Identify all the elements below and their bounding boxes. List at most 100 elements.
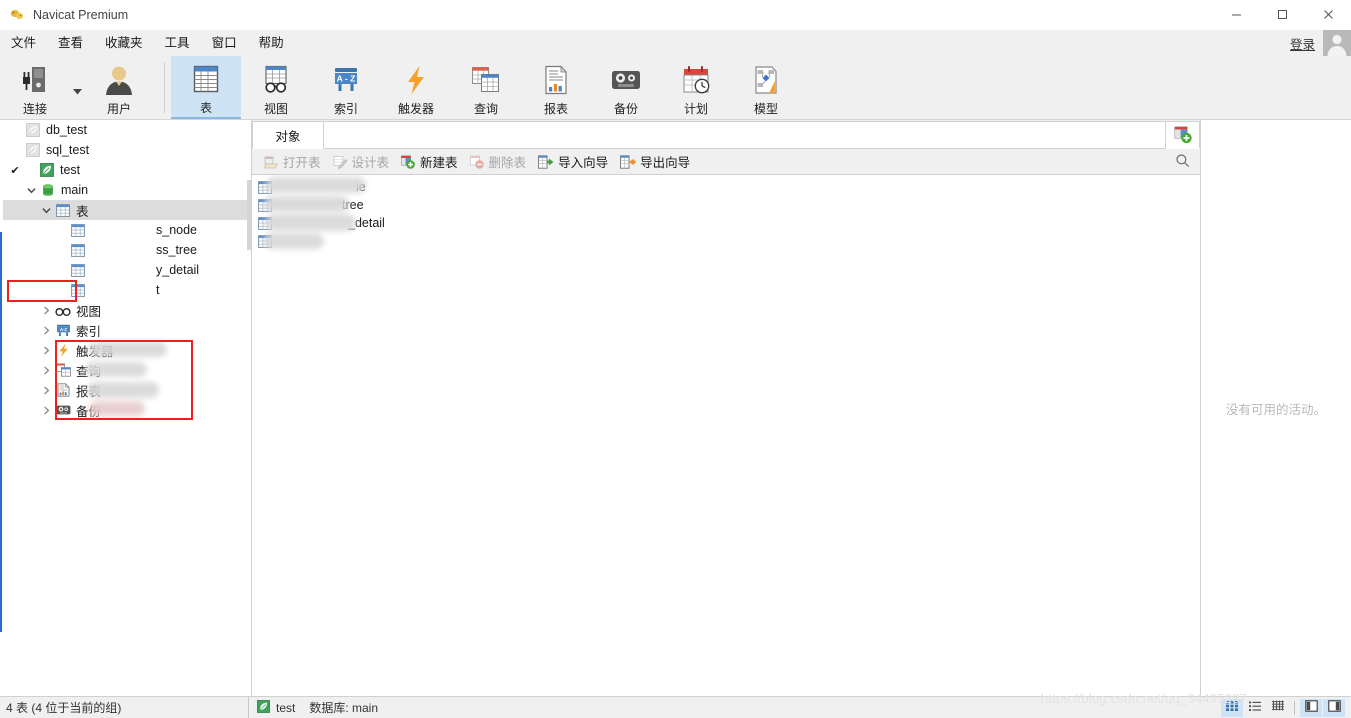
tree-item-ss_tree[interactable]: ss_tree	[3, 240, 251, 260]
redaction-blur	[264, 196, 349, 212]
toolbar-backup-button[interactable]: 备份	[591, 56, 661, 119]
toolbar-connection-button[interactable]: 连接	[0, 56, 70, 119]
tree-item-s_node[interactable]: s_node	[3, 220, 251, 240]
toolbar-view-button[interactable]: 视图	[241, 56, 311, 119]
delete-table-button[interactable]: 删除表	[464, 150, 533, 174]
tree-item--[interactable]: A-Z 索引	[3, 320, 251, 340]
right-pane-toggle-button[interactable]	[1323, 698, 1345, 717]
chevron-down-icon[interactable]	[24, 187, 38, 194]
toolbar-trigger-button[interactable]: 触发器	[381, 56, 451, 119]
tree-item-db_test[interactable]: db_test	[3, 120, 251, 140]
export-wizard-icon	[620, 154, 636, 169]
chevron-right-icon[interactable]	[39, 346, 53, 355]
tree-item-label: 表	[76, 204, 89, 219]
tree-item-test[interactable]: ✔ test	[3, 160, 251, 180]
toolbar-report-button[interactable]: 报表	[521, 56, 591, 119]
object-pane: 对象 打开表 设计表 新建表 删除表 导入向导 导出向导 tree _detai…	[252, 120, 1200, 696]
chevron-right-icon[interactable]	[39, 406, 53, 415]
panel-accent-line	[0, 232, 2, 632]
tree-item-sql_test[interactable]: sql_test	[3, 140, 251, 160]
list-item[interactable]: ie	[252, 178, 1200, 196]
tree-item-label: ss_tree	[156, 243, 197, 257]
redaction-blur	[266, 177, 366, 193]
design-table-label: 设计表	[351, 156, 390, 170]
trigger-bolt-icon	[57, 343, 70, 357]
menu-window[interactable]: 窗口	[201, 30, 248, 56]
chevron-right-icon[interactable]	[39, 386, 53, 395]
toolbar-trigger-label: 触发器	[397, 101, 434, 116]
toolbar-separator	[164, 62, 165, 113]
object-search-button[interactable]	[1175, 153, 1190, 171]
tree-item-label: db_test	[46, 123, 88, 137]
new-table-label: 新建表	[420, 156, 458, 170]
connection-tree-sidebar[interactable]: db_test sql_test ✔ test main 表 s_node ss_tree y_…	[3, 120, 252, 696]
chevron-right-icon[interactable]	[39, 366, 53, 375]
toolbar-schedule-button[interactable]: 计划	[661, 56, 731, 119]
menu-tools[interactable]: 工具	[154, 30, 201, 56]
status-count: 4 表 (4 位于当前的组)	[0, 696, 249, 718]
list-item[interactable]: tree	[252, 196, 1200, 214]
user-avatar-icon[interactable]	[1323, 30, 1351, 56]
chevron-right-icon[interactable]	[39, 326, 53, 335]
toolbar-model-label: 模型	[753, 101, 778, 116]
title-bar: Navicat Premium	[0, 0, 1351, 30]
design-table-icon	[333, 155, 348, 169]
tree-item-y_detail[interactable]: y_detail	[3, 260, 251, 280]
menu-view[interactable]: 查看	[47, 30, 94, 56]
trigger-bolt-icon	[399, 63, 433, 97]
toolbar-table-button[interactable]: 表	[171, 56, 241, 119]
report-icon	[539, 63, 573, 97]
table-item-icon	[71, 223, 85, 237]
menu-file[interactable]: 文件	[0, 30, 47, 56]
object-list[interactable]: ietree_detail	[252, 175, 1200, 696]
connection-leaf-icon	[37, 163, 57, 177]
tab-objects[interactable]: 对象	[252, 121, 324, 149]
design-table-button[interactable]: 设计表	[327, 150, 396, 174]
toolbar-user-button[interactable]: 用户	[84, 56, 154, 119]
connection-dropdown-caret-icon[interactable]	[70, 56, 84, 119]
left-pane-toggle-button[interactable]	[1300, 698, 1322, 717]
login-link[interactable]: 登录	[1290, 34, 1315, 53]
minimize-button[interactable]	[1213, 0, 1259, 30]
menu-bar: 文件 查看 收藏夹 工具 窗口 帮助 登录	[0, 30, 1351, 56]
import-wizard-button[interactable]: 导入向导	[532, 150, 614, 174]
detail-view-icon	[1271, 700, 1285, 715]
account-area: 登录	[1290, 30, 1351, 56]
menu-favorites[interactable]: 收藏夹	[94, 30, 154, 56]
connection-leaf-icon-off	[26, 143, 40, 157]
toolbar-index-button[interactable]: A - Z 索引	[311, 56, 381, 119]
close-button[interactable]	[1305, 0, 1351, 30]
list-view-button[interactable]	[1244, 699, 1266, 717]
open-table-button[interactable]: 打开表	[258, 150, 327, 174]
redaction-blur	[89, 342, 167, 357]
export-wizard-button[interactable]: 导出向导	[614, 150, 696, 174]
toolbar-query-button[interactable]: 查询	[451, 56, 521, 119]
chevron-down-icon[interactable]	[39, 207, 53, 214]
report-icon	[57, 383, 70, 397]
tree-item--[interactable]: 表	[3, 200, 251, 220]
toolbar-view-label: 视图	[263, 101, 288, 116]
navicat-window: Navicat Premium 文件 查看 收藏夹 工具 窗口 帮助 登录 连接…	[0, 0, 1351, 718]
toolbar-model-button[interactable]: 模型	[731, 56, 801, 119]
tree-item-t[interactable]: t	[3, 280, 251, 300]
sidebar-scrollbar[interactable]	[247, 180, 251, 250]
detail-view-button[interactable]	[1267, 699, 1289, 717]
new-tab-icon[interactable]	[1165, 121, 1200, 149]
tree-item-label: 索引	[76, 324, 102, 339]
activity-empty-message: 没有可用的活动。	[1225, 402, 1326, 417]
list-item[interactable]	[252, 232, 1200, 250]
maximize-button[interactable]	[1259, 0, 1305, 30]
chevron-right-icon[interactable]	[39, 306, 53, 315]
tree-item-label: t	[156, 283, 160, 297]
status-connection-name: test	[276, 700, 296, 715]
open-table-icon	[264, 155, 279, 169]
new-table-button[interactable]: 新建表	[395, 150, 464, 174]
menu-help[interactable]: 帮助	[248, 30, 295, 56]
tree-item-label: test	[60, 163, 81, 177]
list-item[interactable]: _detail	[252, 214, 1200, 232]
tree-item-main[interactable]: main	[3, 180, 251, 200]
redaction-blur	[89, 401, 145, 416]
tree-item--[interactable]: 视图	[3, 300, 251, 320]
search-icon	[1175, 153, 1190, 171]
report-icon	[53, 383, 73, 397]
